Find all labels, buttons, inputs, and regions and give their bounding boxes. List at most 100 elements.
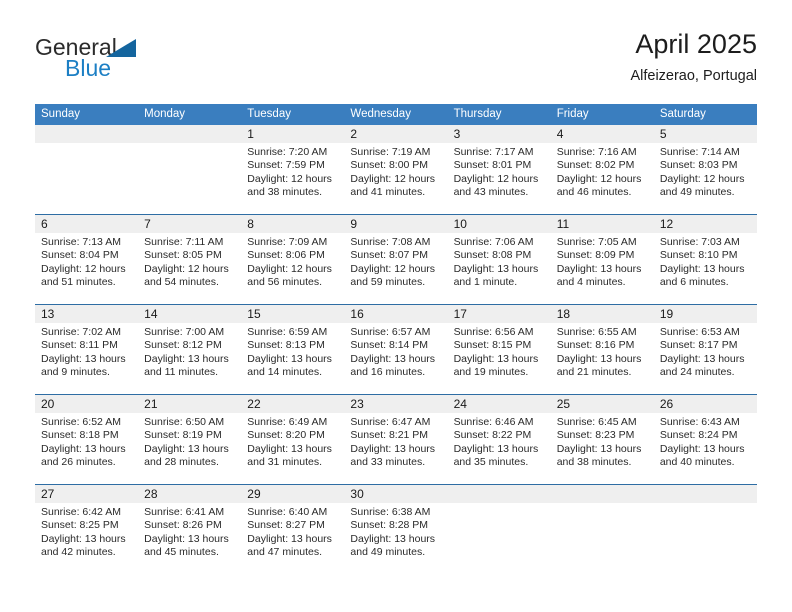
day-cell[interactable]: Sunrise: 6:59 AM Sunset: 8:13 PM Daylight:… — [241, 323, 344, 394]
day-cell-empty — [448, 503, 551, 575]
day-sunset-text: Sunset: 8:15 PM — [453, 339, 532, 352]
day-daylight-line1-text: Daylight: 13 hours — [247, 352, 332, 365]
day-daylight-line1-text: Daylight: 13 hours — [659, 352, 745, 365]
day-sunset-text: Sunset: 8:04 PM — [41, 249, 119, 262]
day-sunset-text: Sunset: 8:08 PM — [453, 249, 532, 262]
day-daylight-line2-text: and 31 minutes. — [247, 456, 322, 469]
day-daylight-line1-text: Daylight: 13 hours — [556, 262, 642, 275]
day-number[interactable]: 9 — [344, 215, 447, 233]
day-cell[interactable]: Sunrise: 6:42 AM Sunset: 8:25 PM Daylight:… — [35, 503, 138, 575]
day-sunrise-text: Sunrise: 6:59 AM — [247, 326, 328, 338]
day-number[interactable]: 3 — [448, 125, 551, 143]
day-cell[interactable]: Sunrise: 6:40 AM Sunset: 8:27 PM Daylight:… — [241, 503, 344, 575]
day-cell[interactable]: Sunrise: 7:05 AM Sunset: 8:09 PM Daylight:… — [551, 233, 654, 304]
day-number[interactable]: 22 — [241, 395, 344, 413]
day-number[interactable]: 27 — [35, 485, 138, 503]
day-cell[interactable]: Sunrise: 6:47 AM Sunset: 8:21 PM Daylight:… — [344, 413, 447, 484]
day-sunset-text: Sunset: 8:02 PM — [556, 159, 635, 172]
day-number[interactable]: 16 — [344, 305, 447, 323]
day-number[interactable]: 14 — [138, 305, 241, 323]
day-cell[interactable]: Sunrise: 6:50 AM Sunset: 8:19 PM Daylight:… — [138, 413, 241, 484]
day-number[interactable]: 17 — [448, 305, 551, 323]
day-number[interactable]: 6 — [35, 215, 138, 233]
day-cell[interactable]: Sunrise: 7:08 AM Sunset: 8:07 PM Daylight:… — [344, 233, 447, 304]
day-number[interactable]: 5 — [654, 125, 757, 143]
day-number[interactable]: 15 — [241, 305, 344, 323]
day-cell[interactable]: Sunrise: 7:16 AM Sunset: 8:02 PM Daylight:… — [551, 143, 654, 214]
day-cell[interactable]: Sunrise: 7:00 AM Sunset: 8:12 PM Daylight:… — [138, 323, 241, 394]
day-number[interactable]: 21 — [138, 395, 241, 413]
day-sunset-text: Sunset: 8:24 PM — [659, 429, 738, 442]
day-number[interactable]: 23 — [344, 395, 447, 413]
day-cell[interactable]: Sunrise: 7:19 AM Sunset: 8:00 PM Daylight:… — [344, 143, 447, 214]
day-sunset-text: Sunset: 8:16 PM — [556, 339, 635, 352]
day-cell[interactable]: Sunrise: 7:13 AM Sunset: 8:04 PM Daylight:… — [35, 233, 138, 304]
day-sunrise-text: Sunrise: 7:06 AM — [453, 236, 534, 248]
day-sunset-text: Sunset: 8:23 PM — [556, 429, 635, 442]
day-number[interactable]: 29 — [241, 485, 344, 503]
brand-logo[interactable]: General Blue — [35, 34, 255, 88]
day-sunset-text: Sunset: 8:12 PM — [144, 339, 222, 352]
day-number[interactable]: 18 — [551, 305, 654, 323]
day-number[interactable]: 10 — [448, 215, 551, 233]
day-cell[interactable]: Sunrise: 7:02 AM Sunset: 8:11 PM Daylight:… — [35, 323, 138, 394]
day-sunset-text: Sunset: 8:10 PM — [659, 249, 738, 262]
day-sunrise-text: Sunrise: 6:45 AM — [556, 416, 637, 428]
day-daylight-line2-text: and 38 minutes. — [556, 456, 632, 469]
day-number[interactable]: 11 — [551, 215, 654, 233]
day-number[interactable]: 20 — [35, 395, 138, 413]
day-cell[interactable]: Sunrise: 6:43 AM Sunset: 8:24 PM Daylight:… — [654, 413, 757, 484]
day-daylight-line2-text: and 40 minutes. — [659, 456, 735, 469]
day-cell[interactable]: Sunrise: 6:52 AM Sunset: 8:18 PM Daylight:… — [35, 413, 138, 484]
day-cell[interactable]: Sunrise: 6:46 AM Sunset: 8:22 PM Daylight:… — [448, 413, 551, 484]
day-daylight-line2-text: and 4 minutes. — [556, 276, 626, 289]
day-number[interactable]: 28 — [138, 485, 241, 503]
day-number[interactable]: 1 — [241, 125, 344, 143]
day-daylight-line1-text: Daylight: 13 hours — [556, 442, 642, 455]
day-number[interactable]: 2 — [344, 125, 447, 143]
weekday-header-row: Sunday Monday Tuesday Wednesday Thursday… — [35, 104, 757, 125]
day-sunrise-text: Sunrise: 7:16 AM — [556, 146, 637, 158]
day-number[interactable]: 25 — [551, 395, 654, 413]
day-sunrise-text: Sunrise: 6:43 AM — [659, 416, 740, 428]
day-daylight-line1-text: Daylight: 13 hours — [453, 262, 539, 275]
day-cell[interactable]: Sunrise: 7:09 AM Sunset: 8:06 PM Daylight:… — [241, 233, 344, 304]
day-sunset-text: Sunset: 8:27 PM — [247, 519, 325, 532]
day-cell[interactable]: Sunrise: 7:20 AM Sunset: 7:59 PM Daylight:… — [241, 143, 344, 214]
day-number-row: 27 28 29 30 — [35, 485, 757, 503]
day-sunrise-text: Sunrise: 7:20 AM — [247, 146, 328, 158]
day-cell[interactable]: Sunrise: 7:17 AM Sunset: 8:01 PM Daylight:… — [448, 143, 551, 214]
day-daylight-line1-text: Daylight: 12 hours — [247, 262, 332, 275]
day-sunrise-text: Sunrise: 7:13 AM — [41, 236, 121, 248]
day-cell[interactable]: Sunrise: 7:11 AM Sunset: 8:05 PM Daylight:… — [138, 233, 241, 304]
day-sunrise-text: Sunrise: 7:08 AM — [350, 236, 431, 248]
day-cell[interactable]: Sunrise: 6:57 AM Sunset: 8:14 PM Daylight:… — [344, 323, 447, 394]
day-number[interactable]: 4 — [551, 125, 654, 143]
day-cell[interactable]: Sunrise: 7:06 AM Sunset: 8:08 PM Daylight:… — [448, 233, 551, 304]
day-sunset-text: Sunset: 8:17 PM — [659, 339, 738, 352]
day-daylight-line2-text: and 43 minutes. — [453, 186, 529, 199]
day-number-empty — [551, 485, 654, 503]
day-number[interactable]: 7 — [138, 215, 241, 233]
day-cell[interactable]: Sunrise: 6:49 AM Sunset: 8:20 PM Daylight:… — [241, 413, 344, 484]
day-number[interactable]: 19 — [654, 305, 757, 323]
day-number[interactable]: 30 — [344, 485, 447, 503]
weekday-header-wednesday: Wednesday — [350, 108, 411, 120]
day-number[interactable]: 8 — [241, 215, 344, 233]
day-cell[interactable]: Sunrise: 6:53 AM Sunset: 8:17 PM Daylight:… — [654, 323, 757, 394]
day-cell[interactable]: Sunrise: 6:38 AM Sunset: 8:28 PM Daylight:… — [344, 503, 447, 575]
day-number[interactable]: 13 — [35, 305, 138, 323]
day-cell[interactable]: Sunrise: 7:14 AM Sunset: 8:03 PM Daylight:… — [654, 143, 757, 214]
day-cell[interactable]: Sunrise: 6:45 AM Sunset: 8:23 PM Daylight:… — [551, 413, 654, 484]
day-cell[interactable]: Sunrise: 6:56 AM Sunset: 8:15 PM Daylight:… — [448, 323, 551, 394]
day-cell-empty — [654, 503, 757, 575]
day-number[interactable]: 12 — [654, 215, 757, 233]
day-daylight-line1-text: Daylight: 12 hours — [350, 262, 436, 275]
day-cell[interactable]: Sunrise: 6:41 AM Sunset: 8:26 PM Daylight:… — [138, 503, 241, 575]
day-cell[interactable]: Sunrise: 6:55 AM Sunset: 8:16 PM Daylight:… — [551, 323, 654, 394]
day-number[interactable]: 26 — [654, 395, 757, 413]
day-sunset-text: Sunset: 8:26 PM — [144, 519, 222, 532]
day-cell[interactable]: Sunrise: 7:03 AM Sunset: 8:10 PM Daylight:… — [654, 233, 757, 304]
day-daylight-line1-text: Daylight: 13 hours — [350, 532, 436, 545]
day-number[interactable]: 24 — [448, 395, 551, 413]
